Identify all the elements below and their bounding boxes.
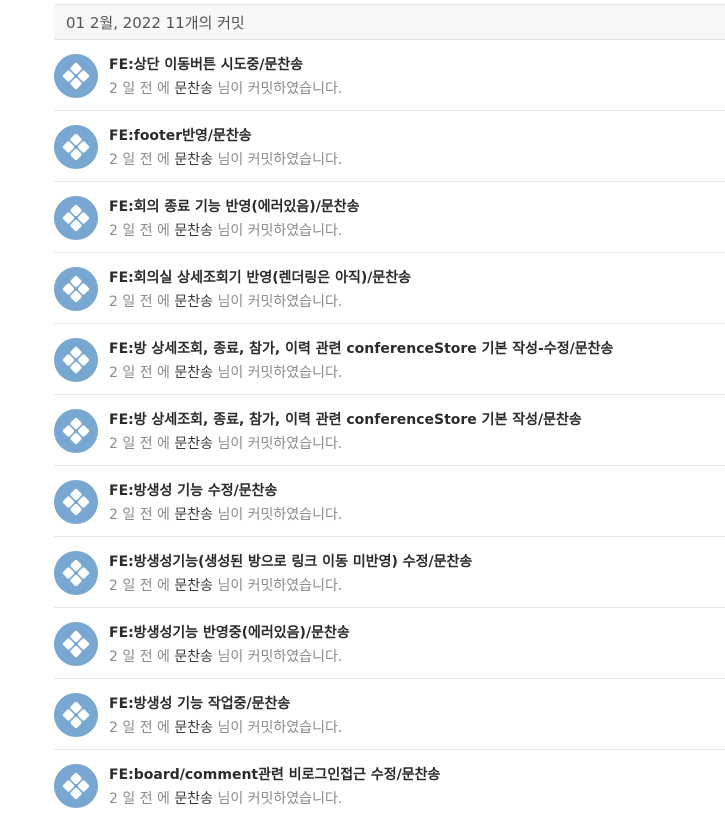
commit-title-link[interactable]: FE:방 상세조회, 종료, 참가, 이력 관련 conferenceStore… (109, 409, 582, 429)
commit-meta: 2 일 전 에 문찬송 님이 커밋하였습니다. (109, 78, 342, 98)
commit-suffix: 님이 커밋하였습니다. (217, 294, 343, 310)
default-avatar-icon (61, 629, 91, 659)
commit-time: 2 일 전 에 (109, 294, 170, 310)
commit-title-link[interactable]: FE:방생성기능(생성된 방으로 링크 이동 미반영) 수정/문찬송 (109, 551, 472, 571)
commit-author-link[interactable]: 문찬송 (174, 365, 213, 381)
commit-suffix: 님이 커밋하였습니다. (217, 365, 343, 381)
commit-meta: 2 일 전 에 문찬송 님이 커밋하였습니다. (109, 220, 342, 240)
commit-row: FE:방 상세조회, 종료, 참가, 이력 관련 conferenceStore… (54, 324, 725, 395)
avatar[interactable] (54, 196, 98, 240)
commit-title-link[interactable]: FE:방생성 기능 수정/문찬송 (109, 480, 277, 500)
avatar[interactable] (54, 480, 98, 524)
commit-time: 2 일 전 에 (109, 578, 170, 594)
commit-author-link[interactable]: 문찬송 (174, 436, 213, 452)
commit-row: FE:상단 이동버튼 시도중/문찬송 2 일 전 에 문찬송 님이 커밋하였습니… (54, 40, 725, 111)
commit-title-link[interactable]: FE:방생성기능 반영중(에러있음)/문찬송 (109, 622, 350, 642)
commit-row: FE:방생성 기능 작업중/문찬송 2 일 전 에 문찬송 님이 커밋하였습니다… (54, 679, 725, 750)
commit-time: 2 일 전 에 (109, 365, 170, 381)
commit-time: 2 일 전 에 (109, 223, 170, 239)
commit-suffix: 님이 커밋하였습니다. (217, 436, 343, 452)
commit-title-link[interactable]: FE:회의 종료 기능 반영(에러있음)/문찬송 (109, 196, 359, 216)
commit-suffix: 님이 커밋하였습니다. (217, 720, 343, 736)
commit-time: 2 일 전 에 (109, 152, 170, 168)
commit-meta: 2 일 전 에 문찬송 님이 커밋하였습니다. (109, 788, 342, 808)
default-avatar-icon (61, 487, 91, 517)
commit-suffix: 님이 커밋하였습니다. (217, 649, 343, 665)
avatar[interactable] (54, 54, 98, 98)
commit-history: 01 2월, 2022 11개의 커밋 FE:상단 이동버튼 시도중/문찬송 2… (54, 4, 725, 821)
commit-suffix: 님이 커밋하였습니다. (217, 81, 343, 97)
commit-meta: 2 일 전 에 문찬송 님이 커밋하였습니다. (109, 362, 342, 382)
default-avatar-icon (61, 274, 91, 304)
avatar[interactable] (54, 764, 98, 808)
commit-row: FE:회의 종료 기능 반영(에러있음)/문찬송 2 일 전 에 문찬송 님이 … (54, 182, 725, 253)
default-avatar-icon (61, 700, 91, 730)
commit-title-link[interactable]: FE:방생성 기능 작업중/문찬송 (109, 693, 290, 713)
avatar[interactable] (54, 551, 98, 595)
commit-meta: 2 일 전 에 문찬송 님이 커밋하였습니다. (109, 504, 342, 524)
commit-row: FE:방 상세조회, 종료, 참가, 이력 관련 conferenceStore… (54, 395, 725, 466)
commit-row: FE:board/comment관련 비로그인접근 수정/문찬송 2 일 전 에… (54, 750, 725, 821)
commit-row: FE:footer반영/문찬송 2 일 전 에 문찬송 님이 커밋하였습니다. (54, 111, 725, 182)
default-avatar-icon (61, 203, 91, 233)
avatar[interactable] (54, 693, 98, 737)
avatar[interactable] (54, 267, 98, 311)
default-avatar-icon (61, 416, 91, 446)
commit-time: 2 일 전 에 (109, 720, 170, 736)
commit-title-link[interactable]: FE:회의실 상세조회기 반영(렌더링은 아직)/문찬송 (109, 267, 411, 287)
commit-author-link[interactable]: 문찬송 (174, 294, 213, 310)
commit-author-link[interactable]: 문찬송 (174, 81, 213, 97)
default-avatar-icon (61, 558, 91, 588)
commit-time: 2 일 전 에 (109, 81, 170, 97)
default-avatar-icon (61, 61, 91, 91)
commit-title-link[interactable]: FE:방 상세조회, 종료, 참가, 이력 관련 conferenceStore… (109, 338, 613, 358)
commit-suffix: 님이 커밋하였습니다. (217, 152, 343, 168)
default-avatar-icon (61, 771, 91, 801)
commit-meta: 2 일 전 에 문찬송 님이 커밋하였습니다. (109, 646, 342, 666)
avatar[interactable] (54, 409, 98, 453)
commit-time: 2 일 전 에 (109, 436, 170, 452)
commit-meta: 2 일 전 에 문찬송 님이 커밋하였습니다. (109, 717, 342, 737)
commit-suffix: 님이 커밋하였습니다. (217, 223, 343, 239)
commit-author-link[interactable]: 문찬송 (174, 649, 213, 665)
commit-author-link[interactable]: 문찬송 (174, 507, 213, 523)
commit-title-link[interactable]: FE:board/comment관련 비로그인접근 수정/문찬송 (109, 764, 440, 784)
commit-author-link[interactable]: 문찬송 (174, 223, 213, 239)
commit-row: FE:방생성 기능 수정/문찬송 2 일 전 에 문찬송 님이 커밋하였습니다. (54, 466, 725, 537)
avatar[interactable] (54, 622, 98, 666)
avatar[interactable] (54, 338, 98, 382)
commit-author-link[interactable]: 문찬송 (174, 791, 213, 807)
default-avatar-icon (61, 345, 91, 375)
commit-time: 2 일 전 에 (109, 649, 170, 665)
commit-suffix: 님이 커밋하였습니다. (217, 507, 343, 523)
commit-suffix: 님이 커밋하였습니다. (217, 791, 343, 807)
default-avatar-icon (61, 132, 91, 162)
commit-title-link[interactable]: FE:footer반영/문찬송 (109, 125, 252, 145)
avatar[interactable] (54, 125, 98, 169)
commit-time: 2 일 전 에 (109, 791, 170, 807)
commit-author-link[interactable]: 문찬송 (174, 152, 213, 168)
commit-suffix: 님이 커밋하였습니다. (217, 578, 343, 594)
commit-date-header: 01 2월, 2022 11개의 커밋 (54, 4, 725, 40)
commit-row: FE:방생성기능(생성된 방으로 링크 이동 미반영) 수정/문찬송 2 일 전… (54, 537, 725, 608)
commit-author-link[interactable]: 문찬송 (174, 720, 213, 736)
commit-row: FE:회의실 상세조회기 반영(렌더링은 아직)/문찬송 2 일 전 에 문찬송… (54, 253, 725, 324)
commit-meta: 2 일 전 에 문찬송 님이 커밋하였습니다. (109, 433, 342, 453)
commit-time: 2 일 전 에 (109, 507, 170, 523)
commit-author-link[interactable]: 문찬송 (174, 578, 213, 594)
commit-date-label: 01 2월, 2022 11개의 커밋 (66, 13, 245, 32)
commit-meta: 2 일 전 에 문찬송 님이 커밋하였습니다. (109, 575, 342, 595)
commit-title-link[interactable]: FE:상단 이동버튼 시도중/문찬송 (109, 54, 303, 74)
commit-meta: 2 일 전 에 문찬송 님이 커밋하였습니다. (109, 149, 342, 169)
commit-row: FE:방생성기능 반영중(에러있음)/문찬송 2 일 전 에 문찬송 님이 커밋… (54, 608, 725, 679)
commit-list: FE:상단 이동버튼 시도중/문찬송 2 일 전 에 문찬송 님이 커밋하였습니… (54, 40, 725, 821)
commit-meta: 2 일 전 에 문찬송 님이 커밋하였습니다. (109, 291, 342, 311)
